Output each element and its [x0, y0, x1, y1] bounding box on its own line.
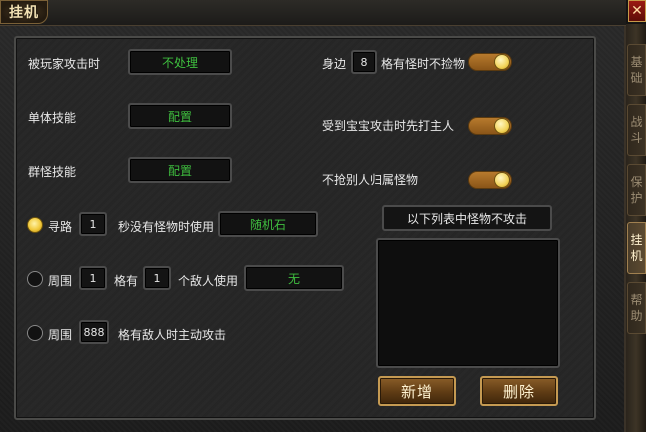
attacked-by-player-label: 被玩家攻击时	[28, 57, 101, 71]
tab-char: 机	[630, 249, 643, 263]
nearby-cells-input[interactable]: 8	[351, 50, 377, 74]
tab-char: 护	[630, 191, 643, 205]
close-icon[interactable]: ✕	[628, 0, 646, 22]
single-skill-config-button[interactable]: 配置	[128, 103, 232, 129]
tab-char: 战	[630, 115, 643, 129]
pet-attacked-label: 受到宝宝攻击时先打主人	[322, 119, 455, 133]
tab-char: 助	[630, 309, 643, 323]
attacked-response-select[interactable]: 不处理	[128, 49, 232, 75]
pathfind-suffix-label: 秒没有怪物时使用	[118, 220, 215, 234]
pathfind-label: 寻路	[48, 220, 73, 234]
tab-char: 础	[630, 71, 643, 85]
toggle-knob	[494, 172, 510, 188]
hangup-window: 挂机 被玩家攻击时 不处理 单体技能 配置 群怪技能 配置 身边 8 格有怪时不…	[0, 0, 626, 432]
auto-attack-suffix-label: 格有敌人时主动攻击	[118, 328, 227, 342]
nearby-prefix-label: 身边	[322, 57, 347, 71]
auto-attack-label: 周围	[48, 328, 73, 342]
tab-char: 基	[630, 55, 643, 69]
surround-enemies-input[interactable]: 1	[143, 266, 171, 290]
group-skill-label: 群怪技能	[28, 165, 77, 179]
toggle-knob	[494, 118, 510, 134]
tab-help[interactable]: 帮 助	[627, 282, 646, 334]
surround-label: 周围	[48, 274, 73, 288]
title-badge: 挂机	[0, 0, 48, 24]
window-title: 挂机	[9, 5, 39, 21]
monster-list[interactable]	[376, 238, 560, 368]
no-steal-toggle[interactable]	[468, 171, 512, 189]
no-steal-label: 不抢别人归属怪物	[322, 173, 419, 187]
tab-char: 斗	[630, 131, 643, 145]
tab-protect[interactable]: 保 护	[627, 164, 646, 216]
tab-char: 帮	[630, 293, 643, 307]
group-skill-config-button[interactable]: 配置	[128, 157, 232, 183]
surround-mid-label: 格有	[114, 274, 139, 288]
auto-attack-cells-input[interactable]: 888	[79, 320, 109, 344]
tab-char: 挂	[630, 233, 643, 247]
pathfind-radio[interactable]	[27, 217, 43, 233]
tab-combat[interactable]: 战 斗	[627, 104, 646, 156]
single-skill-label: 单体技能	[28, 111, 77, 125]
surround-item-select[interactable]: 无	[244, 265, 344, 291]
no-pickup-toggle[interactable]	[468, 53, 512, 71]
toggle-knob	[494, 54, 510, 70]
title-bar: 挂机	[0, 0, 626, 26]
auto-attack-radio[interactable]	[27, 325, 43, 341]
pathfind-item-select[interactable]: 随机石	[218, 211, 318, 237]
delete-button[interactable]: 删除	[480, 376, 558, 406]
surround-radio[interactable]	[27, 271, 43, 287]
add-button[interactable]: 新增	[378, 376, 456, 406]
tab-char: 保	[630, 175, 643, 189]
nearby-suffix-label: 格有怪时不捡物	[381, 57, 466, 71]
surround-suffix-label: 个敌人使用	[178, 274, 239, 288]
tab-basic[interactable]: 基 础	[627, 44, 646, 96]
tab-hangup[interactable]: 挂 机	[627, 222, 646, 274]
surround-cells-input[interactable]: 1	[79, 266, 107, 290]
monster-list-header: 以下列表中怪物不攻击	[382, 205, 552, 231]
pathfind-seconds-input[interactable]: 1	[79, 212, 107, 236]
attack-owner-toggle[interactable]	[468, 117, 512, 135]
